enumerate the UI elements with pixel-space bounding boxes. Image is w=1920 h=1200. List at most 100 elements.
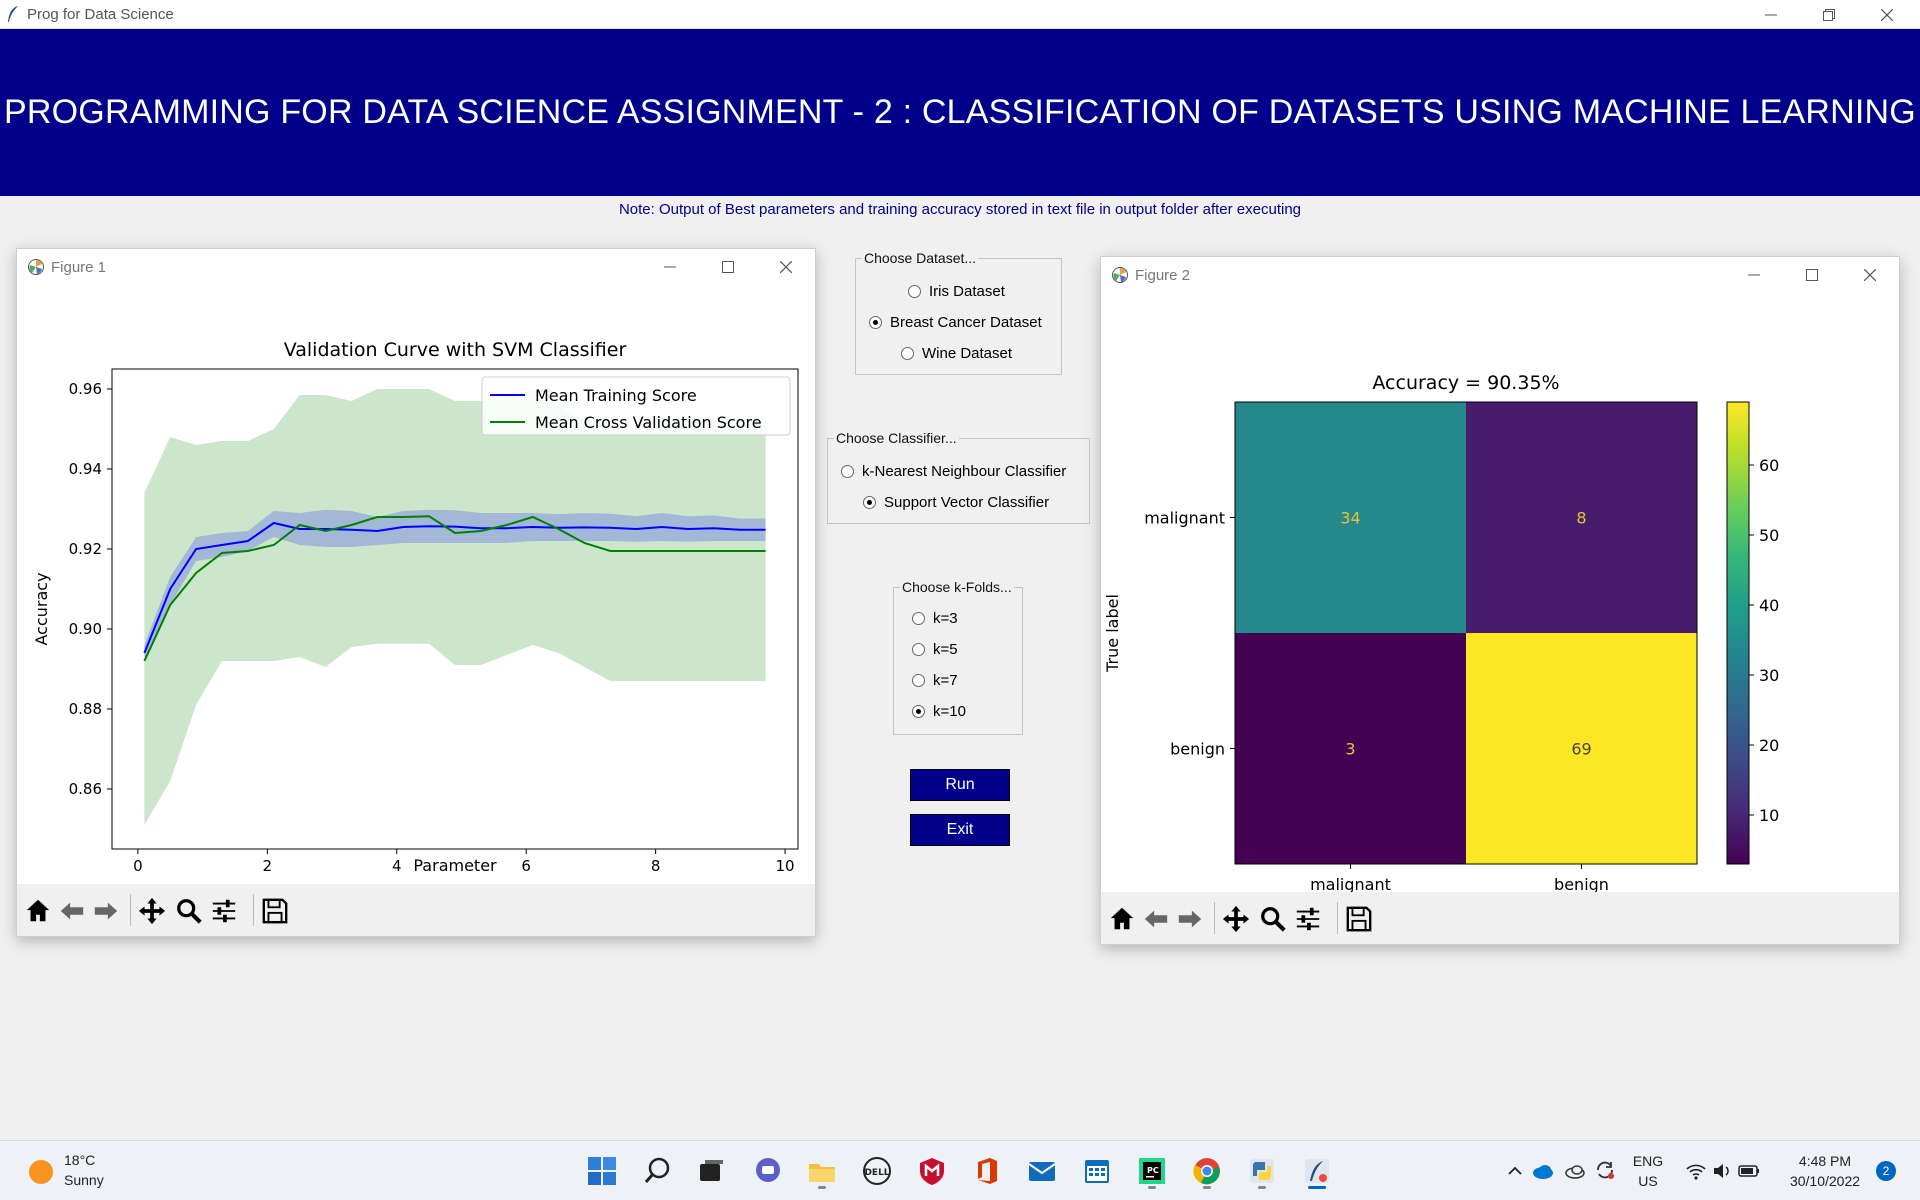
radio-label: k=3: [933, 610, 958, 627]
radio-label: Wine Dataset: [922, 345, 1013, 362]
figure2-maximize-button[interactable]: [1783, 257, 1841, 293]
pan-button[interactable]: [137, 896, 167, 926]
kfolds-option-3[interactable]: k=10: [912, 703, 966, 720]
classifier-option-0[interactable]: k-Nearest Neighbour Classifier: [841, 463, 1066, 480]
dataset-option-1[interactable]: Breast Cancer Dataset: [869, 314, 1042, 331]
figure2-close-button[interactable]: [1841, 257, 1899, 293]
figure1-close-button[interactable]: [757, 249, 815, 285]
classifier-group: Choose Classifier... k-Nearest Neighbour…: [827, 430, 1090, 524]
cell-value-label: 69: [1571, 740, 1591, 759]
save-button[interactable]: [1344, 904, 1374, 934]
configure-button[interactable]: [209, 896, 239, 926]
clock-time[interactable]: 4:48 PM: [1780, 1152, 1870, 1171]
language-line2[interactable]: US: [1628, 1172, 1668, 1191]
restore-button[interactable]: [1800, 0, 1858, 29]
app-title: Prog for Data Science: [27, 6, 174, 23]
office-icon: [978, 1158, 997, 1184]
x-tick-label: 0: [133, 857, 143, 875]
cell-value-label: 3: [1345, 740, 1355, 759]
sun-icon: [29, 1160, 53, 1184]
pycharm-icon: PC: [1139, 1158, 1165, 1184]
radio-indicator[interactable]: [901, 347, 914, 360]
mcafee-button[interactable]: [912, 1151, 952, 1191]
figure2-minimize-button[interactable]: [1725, 257, 1783, 293]
radio-label: Iris Dataset: [929, 283, 1005, 300]
radio-indicator[interactable]: [863, 496, 876, 509]
start-button[interactable]: [582, 1151, 622, 1191]
mail-button[interactable]: [1022, 1151, 1062, 1191]
cloud-icon[interactable]: [1564, 1161, 1586, 1181]
kfolds-option-1[interactable]: k=5: [912, 641, 958, 658]
x-tick-label: malignant: [1310, 875, 1391, 893]
y-tick-label: benign: [1170, 740, 1225, 759]
figure2-toolbar: [1101, 892, 1899, 944]
forward-arrow-button[interactable]: [1175, 904, 1205, 934]
zoom-button[interactable]: [174, 896, 204, 926]
kfolds-option-0[interactable]: k=3: [912, 610, 958, 627]
home-button[interactable]: [1107, 904, 1137, 934]
zoom-button[interactable]: [1258, 904, 1288, 934]
dataset-option-0[interactable]: Iris Dataset: [908, 283, 1005, 300]
active-app-button[interactable]: [1297, 1151, 1337, 1191]
running-indicator: [1258, 1186, 1266, 1189]
forward-arrow-button[interactable]: [91, 896, 121, 926]
configure-button[interactable]: [1293, 904, 1323, 934]
chrome-button[interactable]: [1187, 1151, 1227, 1191]
dataset-option-2[interactable]: Wine Dataset: [901, 345, 1012, 362]
chart-legend: Mean Training Score Mean Cross Validation…: [481, 376, 791, 436]
figure1-maximize-button[interactable]: [699, 249, 757, 285]
close-button[interactable]: [1858, 0, 1916, 29]
task-view-icon: [700, 1160, 723, 1181]
cell-value-label: 8: [1576, 509, 1586, 528]
kfolds-option-2[interactable]: k=7: [912, 672, 958, 689]
exit-button[interactable]: Exit: [910, 814, 1010, 846]
figure2-window: Figure 2 34 8 3 69 malignant benign malignant b…: [1100, 256, 1900, 945]
calendar-button[interactable]: [1077, 1151, 1117, 1191]
close-icon: [1864, 269, 1876, 281]
radio-indicator[interactable]: [912, 612, 925, 625]
y-tick-label: 0.90: [69, 620, 102, 638]
radio-indicator[interactable]: [869, 316, 882, 329]
show-hidden-icons-button[interactable]: [1505, 1161, 1525, 1181]
banner-heading: PROGRAMMING FOR DATA SCIENCE ASSIGNMENT …: [4, 93, 1916, 131]
clock-date[interactable]: 30/10/2022: [1780, 1172, 1870, 1191]
active-indicator: [1308, 1186, 1326, 1189]
home-button[interactable]: [23, 896, 53, 926]
save-button[interactable]: [260, 896, 290, 926]
search-button[interactable]: [638, 1151, 678, 1191]
back-arrow-button[interactable]: [57, 896, 87, 926]
python-button[interactable]: [1242, 1151, 1282, 1191]
run-button[interactable]: Run: [910, 769, 1010, 801]
onedrive-icon[interactable]: [1532, 1161, 1554, 1181]
figure1-toolbar: [17, 884, 815, 936]
colorbar-tick-label: 60: [1759, 456, 1779, 475]
radio-label: Support Vector Classifier: [884, 494, 1050, 511]
radio-indicator[interactable]: [912, 643, 925, 656]
language-line1[interactable]: ENG: [1628, 1152, 1668, 1171]
teams-chat-button[interactable]: [748, 1151, 788, 1191]
dell-app-button[interactable]: DELL: [857, 1151, 897, 1191]
toolbar-separator: [1337, 902, 1338, 934]
classifier-option-1[interactable]: Support Vector Classifier: [863, 494, 1049, 511]
radio-indicator[interactable]: [912, 705, 925, 718]
pycharm-button[interactable]: PC: [1132, 1151, 1172, 1191]
task-view-button[interactable]: [692, 1151, 732, 1191]
wifi-icon[interactable]: [1685, 1160, 1707, 1182]
radio-indicator[interactable]: [841, 465, 854, 478]
figure1-minimize-button[interactable]: [641, 249, 699, 285]
radio-indicator[interactable]: [912, 674, 925, 687]
minimize-button[interactable]: [1742, 0, 1800, 29]
volume-icon[interactable]: [1711, 1160, 1733, 1182]
file-explorer-button[interactable]: [802, 1151, 842, 1191]
pan-button[interactable]: [1221, 904, 1251, 934]
office-button[interactable]: [967, 1151, 1007, 1191]
y-tick-label: malignant: [1144, 509, 1225, 528]
sync-icon[interactable]: [1594, 1159, 1616, 1181]
weather-widget[interactable]: 18°C Sunny: [20, 1151, 140, 1191]
toolbar-separator: [253, 894, 254, 926]
battery-icon[interactable]: [1737, 1160, 1761, 1182]
save-icon: [1346, 906, 1372, 932]
radio-indicator[interactable]: [908, 285, 921, 298]
notification-badge[interactable]: 2: [1876, 1161, 1896, 1181]
back-arrow-button[interactable]: [1141, 904, 1171, 934]
